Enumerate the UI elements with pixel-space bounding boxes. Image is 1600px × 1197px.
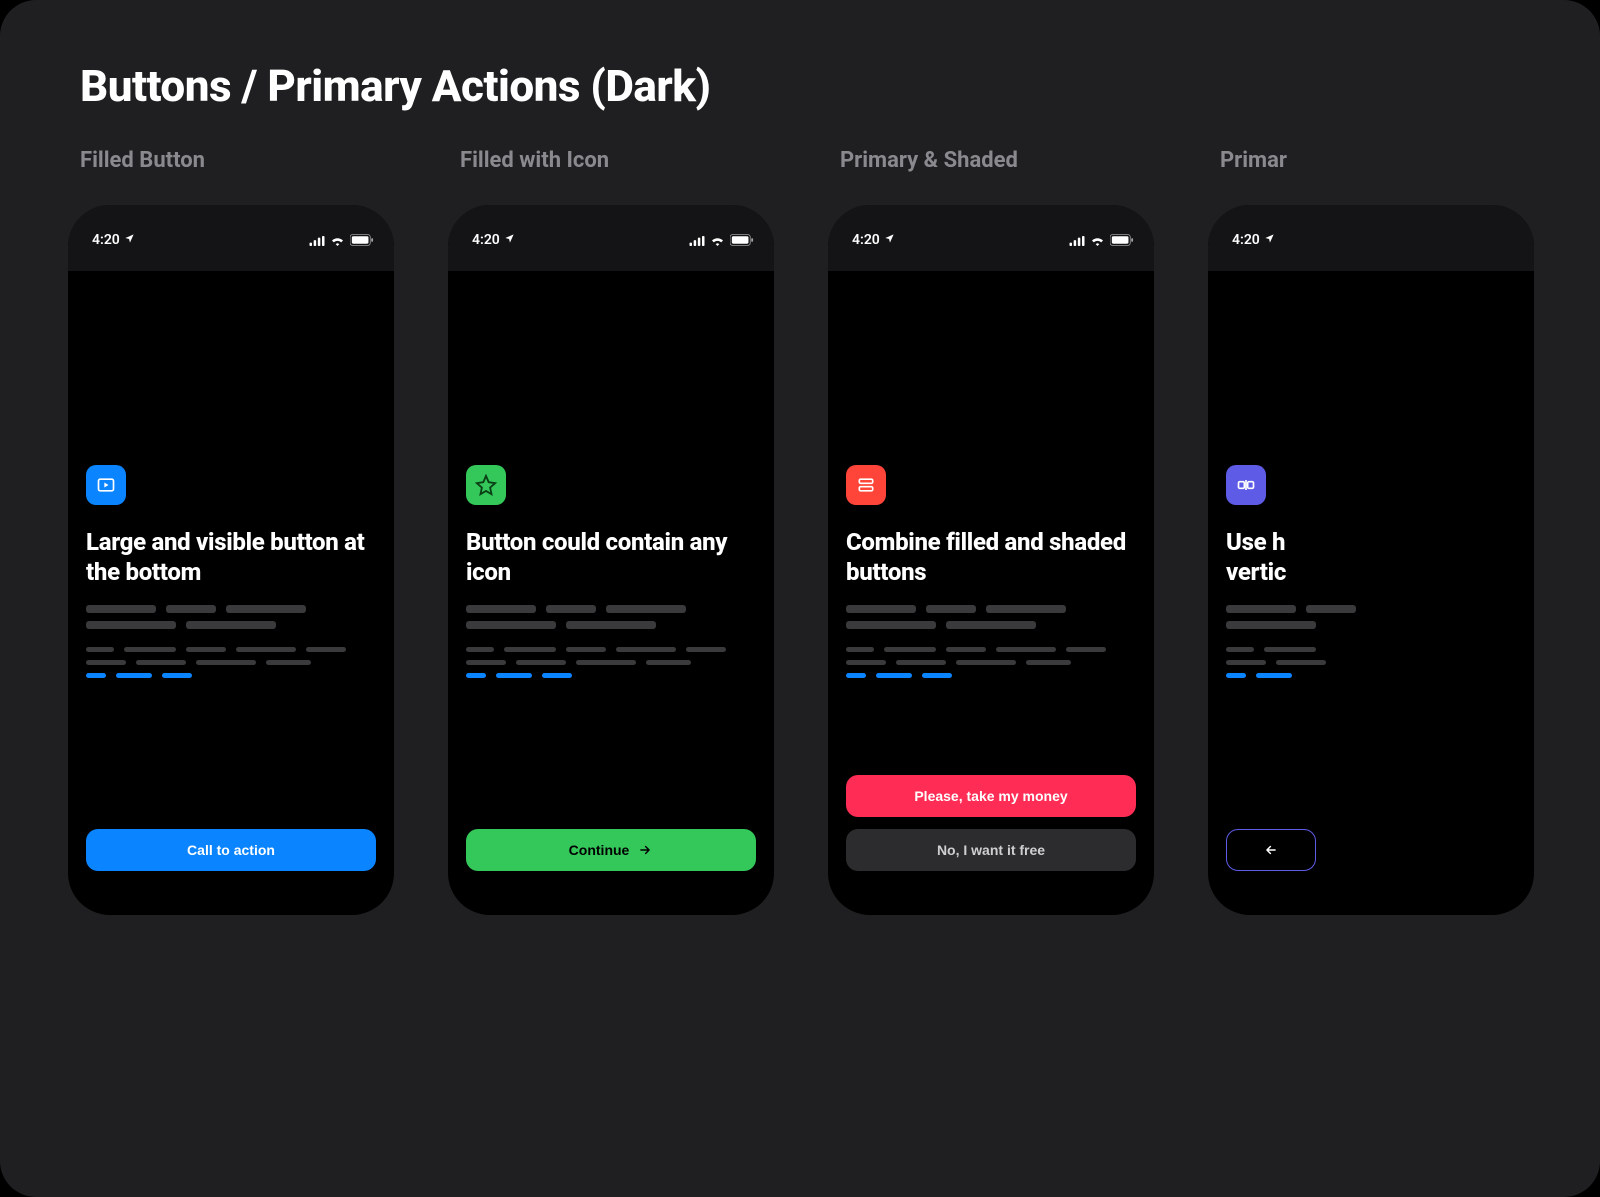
skeleton-row [466,673,756,678]
button-label: Please, take my money [914,788,1067,804]
wifi-icon [710,231,725,250]
card-content: Combine filled and shaded buttons [846,465,1136,686]
status-right [689,231,754,250]
secondary-free-button[interactable]: No, I want it free [846,829,1136,871]
phone-frame-3: 4:20 Combine filled and shaded buttons [828,205,1154,915]
status-left: 4:20 [92,232,135,248]
status-bar: 4:20 [448,205,774,271]
design-canvas: Buttons / Primary Actions (Dark) Filled … [0,0,1600,1197]
button-label: Call to action [187,842,275,858]
star-icon [466,465,506,505]
skeleton-row [86,647,376,652]
status-left: 4:20 [852,232,895,248]
battery-icon [1110,231,1134,250]
skeleton-row [1226,605,1516,613]
skeleton-row [86,621,376,629]
skeleton-row [86,605,376,613]
phone-frame-1: 4:20 Large and visible [68,205,394,915]
status-right [309,231,374,250]
skeleton-row [86,673,376,678]
battery-icon [730,231,754,250]
wifi-icon [1090,231,1105,250]
back-button[interactable] [1226,829,1316,871]
card-title: Large and visible button at the bottom [86,527,376,587]
location-icon [124,232,135,248]
button-label: Continue [569,842,630,858]
phone-frame-4: 4:20 Use h vertic [1208,205,1534,915]
skeleton-row [1226,673,1516,678]
status-left: 4:20 [472,232,515,248]
page-title: Buttons / Primary Actions (Dark) [80,60,711,112]
skeleton-row [846,647,1136,652]
skeleton-row [466,621,756,629]
arrow-left-icon [1262,843,1280,857]
skeleton-row [466,660,756,665]
wifi-icon [330,231,345,250]
card-title: Button could contain any icon [466,527,756,587]
button-area: Call to action [86,829,376,871]
skeleton-row [846,605,1136,613]
section-label-primary-shaded: Primary & Shaded [840,148,1018,173]
play-square-icon [86,465,126,505]
status-bar: 4:20 [68,205,394,271]
card-content: Large and visible button at the bottom [86,465,376,686]
skeleton-row [1226,647,1516,652]
status-right [1069,231,1134,250]
columns-icon [1226,465,1266,505]
button-area [1226,829,1516,871]
card-content: Use h vertic [1226,465,1516,686]
signal-icon [689,231,705,250]
button-area: Please, take my money No, I want it free [846,775,1136,871]
location-icon [884,232,895,248]
skeleton-row [846,621,1136,629]
skeleton-row [466,605,756,613]
skeleton-row [846,660,1136,665]
status-time: 4:20 [852,232,880,248]
signal-icon [1069,231,1085,250]
section-label-primary-cut: Primar [1220,148,1287,173]
primary-pay-button[interactable]: Please, take my money [846,775,1136,817]
phone-frame-2: 4:20 Button could contain any icon [448,205,774,915]
skeleton-row [1226,621,1516,629]
signal-icon [309,231,325,250]
skeleton-row [1226,660,1516,665]
battery-icon [350,231,374,250]
card-title: Use h vertic [1226,527,1516,587]
rows-icon [846,465,886,505]
card-content: Button could contain any icon [466,465,756,686]
arrow-right-icon [637,843,653,857]
location-icon [504,232,515,248]
status-time: 4:20 [472,232,500,248]
status-time: 4:20 [1232,232,1260,248]
card-title: Combine filled and shaded buttons [846,527,1136,587]
status-left: 4:20 [1232,232,1275,248]
location-icon [1264,232,1275,248]
skeleton-row [466,647,756,652]
status-bar: 4:20 [1208,205,1534,271]
skeleton-row [846,673,1136,678]
section-label-filled: Filled Button [80,148,205,173]
button-area: Continue [466,829,756,871]
status-time: 4:20 [92,232,120,248]
status-bar: 4:20 [828,205,1154,271]
continue-button[interactable]: Continue [466,829,756,871]
call-to-action-button[interactable]: Call to action [86,829,376,871]
button-label: No, I want it free [937,842,1045,858]
skeleton-row [86,660,376,665]
section-label-filled-icon: Filled with Icon [460,148,609,173]
